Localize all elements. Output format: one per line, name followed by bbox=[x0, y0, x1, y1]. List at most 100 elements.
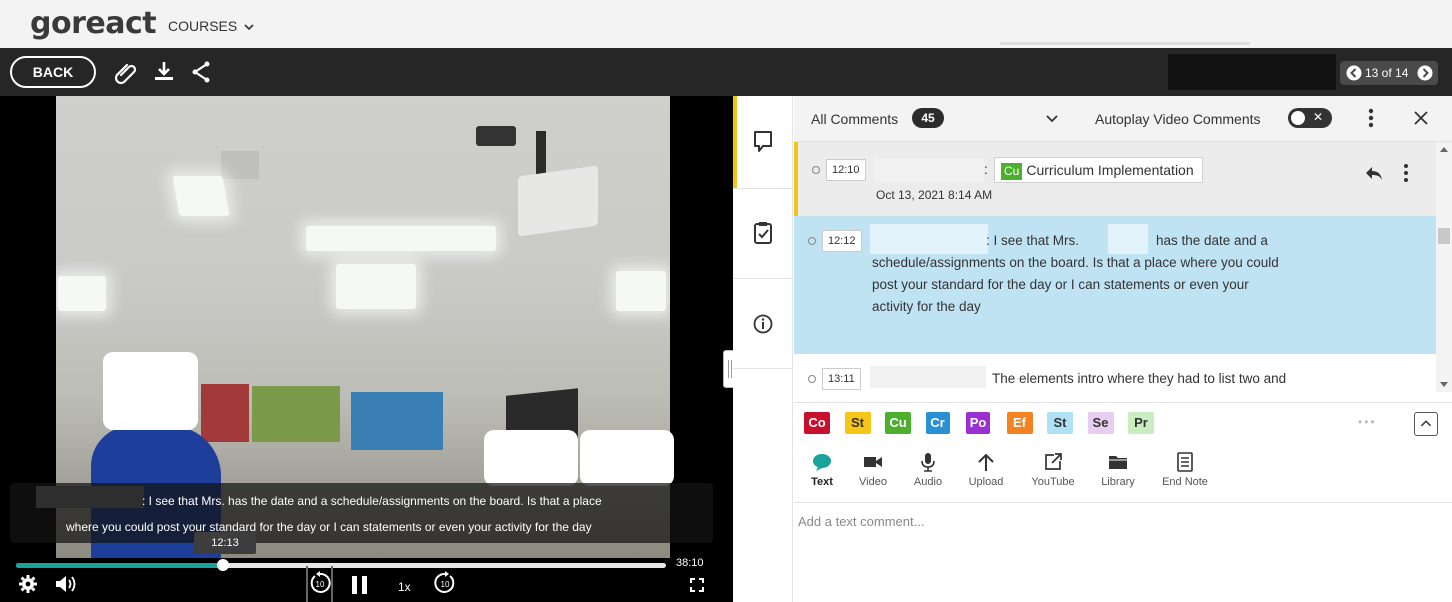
tag-button-cr[interactable]: Cr bbox=[925, 412, 950, 434]
comment-timestamp[interactable]: 12:10 bbox=[826, 159, 866, 181]
comment-list[interactable]: 12:10 : Cu Curriculum Implementation Oct … bbox=[794, 142, 1440, 392]
tag-button-po[interactable]: Po bbox=[966, 412, 990, 434]
handle-grip bbox=[731, 360, 732, 378]
wall-poster bbox=[252, 386, 340, 442]
media-label: Text bbox=[811, 476, 833, 488]
paperclip-icon[interactable] bbox=[112, 58, 140, 86]
filter-dropdown-chevron-icon[interactable] bbox=[1044, 110, 1060, 126]
volume-icon[interactable] bbox=[54, 574, 80, 594]
tag-button-se[interactable]: Se bbox=[1087, 412, 1114, 434]
toggle-knob bbox=[1291, 111, 1305, 125]
media-label: End Note bbox=[1162, 476, 1208, 488]
comment-list-scrollbar[interactable] bbox=[1436, 142, 1452, 392]
ceiling-light bbox=[172, 176, 230, 216]
close-icon[interactable] bbox=[1410, 107, 1432, 129]
document-icon bbox=[1177, 452, 1193, 472]
tag-button-st[interactable]: St bbox=[844, 412, 871, 434]
tag-button-co[interactable]: Co bbox=[804, 412, 830, 434]
youtube-button[interactable]: YouTube bbox=[1026, 452, 1080, 488]
courses-menu-label: COURSES bbox=[168, 18, 238, 34]
text-comment-button[interactable]: Text bbox=[807, 452, 837, 488]
next-arrow-icon[interactable] bbox=[1417, 65, 1433, 81]
skip-forward-10-icon[interactable]: 10 bbox=[432, 570, 458, 596]
redacted-face bbox=[484, 430, 578, 486]
chat-bubble-icon bbox=[813, 454, 831, 471]
share-icon[interactable] bbox=[188, 58, 216, 86]
comment-item[interactable]: 12:10 : Cu Curriculum Implementation Oct … bbox=[794, 142, 1436, 216]
tag-code: Cu bbox=[1001, 163, 1023, 180]
video-player[interactable]: : I see that Mrs. has the date and a sch… bbox=[0, 96, 733, 602]
skip-back-seconds: 10 bbox=[316, 580, 325, 589]
comment-timestamp[interactable]: 13:11 bbox=[822, 368, 861, 390]
seek-handle[interactable] bbox=[216, 559, 229, 571]
upload-button[interactable]: Upload bbox=[964, 452, 1008, 488]
autoplay-toggle[interactable]: ✕ bbox=[1288, 108, 1332, 128]
tag-button-pr[interactable]: Pr bbox=[1128, 412, 1154, 434]
comments-tab-icon[interactable] bbox=[749, 128, 777, 156]
comments-filter-label[interactable]: All Comments bbox=[811, 111, 898, 127]
more-options-icon[interactable] bbox=[1364, 106, 1378, 130]
comment-item[interactable]: 13:11 The elements intro where they had … bbox=[794, 354, 1436, 392]
microphone-icon bbox=[921, 453, 935, 472]
toolbar: BACK 13 of 14 bbox=[0, 48, 1452, 96]
projector bbox=[518, 165, 598, 237]
comment-text-line-3: post your standard for the day or I can … bbox=[872, 277, 1249, 292]
redacted-face bbox=[103, 352, 198, 430]
back-button[interactable]: BACK bbox=[10, 56, 96, 88]
collapse-chevron-up-icon[interactable] bbox=[1414, 412, 1438, 436]
tag-button-cu[interactable]: Cu bbox=[885, 412, 911, 434]
topbar-divider bbox=[1000, 42, 1250, 45]
more-tags-icon[interactable]: ••• bbox=[1358, 415, 1377, 429]
projector-mount bbox=[476, 126, 516, 146]
fullscreen-icon[interactable] bbox=[690, 578, 704, 592]
upload-arrow-icon bbox=[978, 453, 994, 471]
media-label: Upload bbox=[968, 476, 1004, 488]
composer-divider bbox=[794, 502, 1452, 503]
comment-item-active[interactable]: 12:12 : I see that Mrs. has the date and… bbox=[794, 216, 1436, 354]
redacted-area bbox=[1168, 54, 1336, 90]
comment-tag: Cu Curriculum Implementation bbox=[994, 157, 1203, 183]
tag-button-ef[interactable]: Ef bbox=[1006, 412, 1033, 434]
seek-bar[interactable] bbox=[16, 559, 666, 571]
scroll-down-arrow-icon[interactable] bbox=[1440, 382, 1448, 388]
redacted-name bbox=[870, 366, 986, 388]
comment-date: Oct 13, 2021 8:14 AM bbox=[876, 188, 993, 202]
skip-back-10-icon[interactable]: 10 bbox=[307, 570, 333, 596]
reply-icon[interactable] bbox=[1364, 164, 1384, 182]
tag-button-st[interactable]: St bbox=[1047, 412, 1073, 434]
download-icon[interactable] bbox=[150, 58, 178, 86]
rubric-clipboard-icon[interactable] bbox=[749, 219, 777, 247]
scrollbar-thumb[interactable] bbox=[1438, 228, 1450, 244]
end-note-button[interactable]: End Note bbox=[1158, 452, 1212, 488]
handle-grip bbox=[728, 360, 729, 378]
redacted-name bbox=[870, 224, 988, 254]
audio-comment-button[interactable]: Audio bbox=[908, 452, 948, 488]
previous-arrow-icon[interactable] bbox=[1346, 65, 1362, 81]
folder-icon bbox=[1109, 456, 1127, 469]
comment-text-line-4: activity for the day bbox=[872, 299, 981, 314]
video-camera-icon bbox=[864, 457, 882, 467]
info-icon[interactable] bbox=[749, 310, 777, 338]
duration-label: 38:10 bbox=[676, 557, 704, 569]
scroll-up-arrow-icon[interactable] bbox=[1440, 146, 1448, 152]
video-comment-button[interactable]: Video bbox=[853, 452, 893, 488]
autoplay-label: Autoplay Video Comments bbox=[1095, 111, 1261, 127]
goreact-logo[interactable]: goreact bbox=[30, 6, 157, 41]
comment-marker-icon bbox=[808, 375, 816, 383]
redacted-face bbox=[580, 430, 674, 486]
comment-more-icon[interactable] bbox=[1401, 162, 1411, 184]
settings-gear-icon[interactable] bbox=[18, 574, 38, 594]
courses-menu[interactable]: COURSES bbox=[168, 18, 254, 34]
comment-timestamp[interactable]: 12:12 bbox=[822, 230, 862, 252]
hover-time-tooltip: 12:13 bbox=[194, 532, 256, 554]
playback-speed[interactable]: 1x bbox=[398, 580, 411, 594]
library-button[interactable]: Library bbox=[1096, 452, 1140, 488]
comment-text-start: : I see that Mrs. bbox=[986, 233, 1080, 248]
pause-icon[interactable] bbox=[349, 574, 371, 596]
text-comment-input[interactable] bbox=[798, 514, 1438, 594]
ceiling-tile bbox=[221, 151, 259, 179]
strip-divider bbox=[733, 278, 793, 279]
comments-panel: All Comments 45 Autoplay Video Comments … bbox=[794, 96, 1452, 602]
side-icon-strip bbox=[733, 96, 793, 602]
projector-pole bbox=[536, 131, 546, 176]
